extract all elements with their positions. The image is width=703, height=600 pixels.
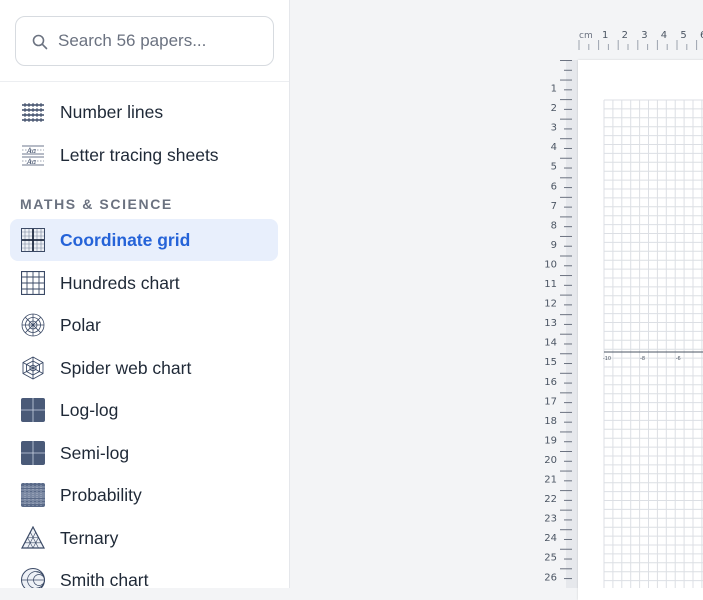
sidebar: Number lines Aa Aa Letter tracing sheets… <box>0 0 290 588</box>
ruler-label: 24 <box>544 533 557 544</box>
ruler-label: 13 <box>544 318 557 329</box>
ruler-label: 17 <box>544 396 557 407</box>
ruler-label: 14 <box>544 338 557 349</box>
sidebar-item-label: Hundreds chart <box>60 273 180 293</box>
sidebar-item-label: Probability <box>60 485 142 505</box>
ruler-label: 5 <box>551 162 557 173</box>
ternary-icon <box>21 525 45 550</box>
ruler-label: 3 <box>551 123 557 134</box>
number-lines-icon <box>21 100 45 124</box>
coordinate-grid-preview: -10 -8 -6 <box>603 99 703 588</box>
ruler-label: 1 <box>551 84 557 95</box>
ruler-label: 2 <box>551 103 557 114</box>
ruler-label: 8 <box>551 220 557 231</box>
sidebar-item-probability[interactable]: Probability <box>10 474 278 516</box>
ruler-label: 6 <box>551 181 557 192</box>
sidebar-item-label: Coordinate grid <box>60 230 191 250</box>
search-box[interactable] <box>15 16 274 66</box>
sidebar-item-log-log[interactable]: Log-log <box>10 389 278 431</box>
ruler-label: 18 <box>544 416 557 427</box>
ruler-label: 5 <box>680 30 686 41</box>
section-heading-maths-science: MATHS & SCIENCE <box>20 196 173 212</box>
ruler-label: 22 <box>544 494 557 505</box>
search-icon <box>32 34 48 50</box>
ruler-label: 2 <box>622 30 628 41</box>
sidebar-item-polar[interactable]: Polar <box>10 304 278 346</box>
sidebar-item-label: Smith chart <box>60 570 149 588</box>
smith-chart-icon <box>21 568 45 588</box>
ruler-label: 11 <box>544 279 557 290</box>
paper-preview: -10 -8 -6 <box>578 60 703 600</box>
sidebar-item-label: Ternary <box>60 528 119 548</box>
svg-text:Aa: Aa <box>26 147 36 155</box>
search-bar <box>0 0 289 82</box>
axis-label: -10 <box>603 356 611 362</box>
axis-label: -6 <box>676 356 681 362</box>
ruler-label: 26 <box>544 572 557 583</box>
ruler-label: 4 <box>661 30 667 41</box>
ruler-label: 20 <box>544 455 557 466</box>
ruler-label: 23 <box>544 514 557 525</box>
sidebar-item-label: Semi-log <box>60 443 130 463</box>
ruler-label: 10 <box>544 259 557 270</box>
hundreds-chart-icon <box>20 270 46 296</box>
sidebar-item-label: Spider web chart <box>60 358 192 378</box>
sidebar-item-spider-web[interactable]: Spider web chart <box>10 347 278 389</box>
semi-log-icon <box>21 441 45 465</box>
sidebar-item-letter-tracing[interactable]: Aa Aa Letter tracing sheets <box>10 134 278 176</box>
sidebar-item-label: Letter tracing sheets <box>60 145 219 165</box>
sidebar-item-smith-chart[interactable]: Smith chart <box>10 559 278 588</box>
log-log-icon <box>21 398 45 422</box>
sidebar-item-semi-log[interactable]: Semi-log <box>10 432 278 474</box>
axis-label: -8 <box>640 356 645 362</box>
ruler-label: 1 <box>602 30 608 41</box>
vertical-ruler: 1234567891011121314151617181920212223242… <box>544 60 578 588</box>
ruler-label: 12 <box>544 299 557 310</box>
spider-web-icon <box>21 356 45 380</box>
ruler-label: 19 <box>544 435 557 446</box>
ruler-label: 15 <box>544 357 557 368</box>
svg-text:Aa: Aa <box>26 158 36 166</box>
ruler-label: 21 <box>544 475 557 486</box>
ruler-label: 25 <box>544 553 557 564</box>
sidebar-item-coordinate-grid[interactable]: Coordinate grid <box>10 219 278 261</box>
sidebar-item-label: Number lines <box>60 102 164 122</box>
coordinate-grid-icon <box>21 228 45 252</box>
polar-icon <box>21 313 45 337</box>
horizontal-ruler: cm 123456 <box>578 30 703 50</box>
sidebar-item-hundreds-chart[interactable]: Hundreds chart <box>10 262 278 304</box>
sidebar-item-number-lines[interactable]: Number lines <box>10 91 278 133</box>
ruler-label: 3 <box>641 30 647 41</box>
ruler-unit: cm <box>579 31 593 41</box>
letter-tracing-icon: Aa Aa <box>21 143 45 167</box>
ruler-label: 9 <box>551 240 557 251</box>
ruler-label: 7 <box>551 201 557 212</box>
sidebar-item-ternary[interactable]: Ternary <box>10 517 278 559</box>
probability-icon <box>21 483 45 507</box>
sidebar-item-label: Polar <box>60 315 101 335</box>
sidebar-item-label: Log-log <box>60 400 119 420</box>
ruler-label: 16 <box>544 377 557 388</box>
ruler-label: 4 <box>551 142 557 153</box>
search-input[interactable] <box>58 27 263 55</box>
